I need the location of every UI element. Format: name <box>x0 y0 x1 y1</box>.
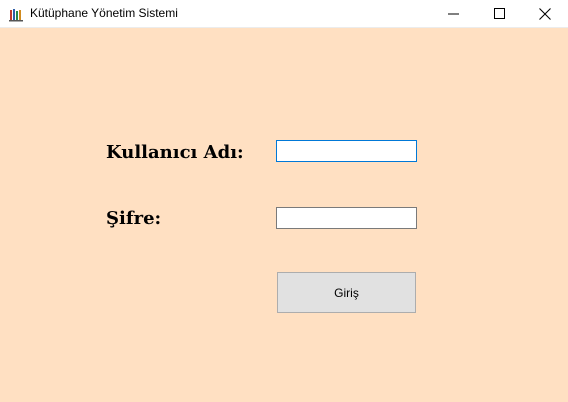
login-button[interactable]: Giriş <box>277 272 416 313</box>
window-title: Kütüphane Yönetim Sistemi <box>30 6 178 20</box>
books-icon <box>9 7 23 22</box>
close-icon <box>539 8 551 20</box>
title-bar[interactable]: Kütüphane Yönetim Sistemi <box>0 0 568 28</box>
close-button[interactable] <box>522 0 568 28</box>
password-label: Şifre: <box>106 208 162 229</box>
minimize-icon <box>448 13 459 15</box>
username-input[interactable] <box>276 140 417 162</box>
maximize-button[interactable] <box>477 0 523 28</box>
minimize-button[interactable] <box>431 0 477 28</box>
username-label: Kullanıcı Adı: <box>106 142 244 163</box>
login-form: Kullanıcı Adı: Şifre: Giriş <box>0 28 568 402</box>
maximize-icon <box>494 8 505 19</box>
password-input[interactable] <box>276 207 417 229</box>
